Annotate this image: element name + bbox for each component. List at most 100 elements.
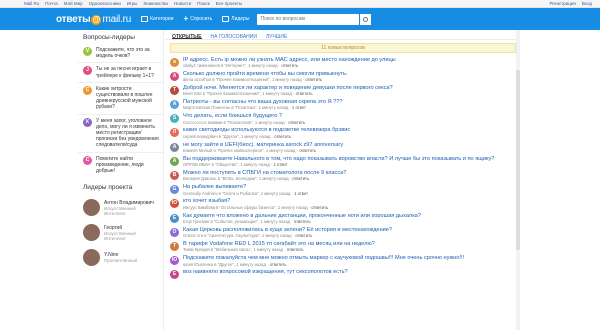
answer-link[interactable]: ответить	[296, 91, 313, 96]
scrollbar-thumb[interactable]	[516, 70, 520, 250]
question-item[interactable]: Юкто хочет языбая? Иисуус Бимбова в "Оста…	[166, 197, 520, 211]
answer-link[interactable]: ответить	[305, 77, 322, 82]
question-item[interactable]: A Патриоты - вы согласны что ваша духовна…	[166, 98, 520, 112]
question-item[interactable]: T Доброй ночи. Меняется ли характер и пов…	[166, 83, 520, 97]
question-author-meta: Тимм Крящов в "Мобильная связь", 1 минут…	[183, 247, 283, 253]
avatar[interactable]: S	[170, 114, 179, 124]
question-author-meta: Иисуус Бимбова в "Остальные сферы бизнес…	[183, 204, 308, 210]
avatar[interactable]: a	[170, 57, 179, 67]
question-meta: Иисуус Бимбова в "Остальные сферы бизнес…	[183, 204, 329, 210]
answer-link[interactable]: ответить	[295, 233, 312, 238]
answer-link[interactable]: ответить	[299, 148, 316, 153]
question-author-meta: юлия Юшленко в "Другое", 1 минуту назад	[183, 261, 266, 267]
search-button[interactable]	[360, 13, 372, 25]
avatar[interactable]: А	[170, 142, 179, 152]
ask-button[interactable]: + Спросить	[184, 15, 213, 23]
question-item[interactable]: E Как думаете что вложено в дальние диста…	[166, 211, 520, 225]
portal-link[interactable]: Одноклассники	[89, 1, 121, 6]
question-title[interactable]: воз наивняло вопросомой изкращения, тут …	[183, 269, 516, 275]
leader-questions-title: Вопросы-лидеры	[83, 34, 135, 41]
leader-question-text[interactable]: Какие хитрости существовали в пошлее дре…	[96, 86, 161, 111]
avatar[interactable]: Ю	[170, 199, 179, 209]
leader-item[interactable]: Y.Nine Просветлённый	[78, 245, 163, 270]
question-body: не могу зайти в UEFI(биос). материнка as…	[183, 142, 516, 154]
register-link[interactable]: Регистрация	[550, 1, 576, 6]
question-item[interactable]: G На рыбалке выпиваете? Gennadiy Andreev в…	[166, 183, 520, 197]
leader-name[interactable]: Антон Владимирович	[104, 200, 158, 206]
leader-question-item[interactable]: J Ты не за песня играет в трейлере к филь…	[78, 63, 163, 83]
question-item[interactable]: S Что делать, если боишься будущего ? Сссс…	[166, 112, 520, 126]
question-item[interactable]: a IP адресс. Есть ip можно ли узнать MAC …	[166, 55, 520, 69]
leader-question-item[interactable]: C Помогите найти произведение, люди добры…	[78, 153, 163, 178]
answer-link[interactable]: 1 ответ	[274, 162, 288, 167]
portal-link[interactable]: Игры	[127, 1, 138, 6]
avatar[interactable]	[83, 199, 100, 217]
question-item[interactable]: A Вы поддерживаете Навального в том, что …	[166, 154, 520, 168]
leader-item[interactable]: Георгий Искусственный Интеллект	[78, 220, 163, 245]
leader-question-text[interactable]: У меня запог, уголовное дело, могу ли я …	[96, 118, 161, 149]
question-item[interactable]: Ю Подскажите пожалуйста чем мне можно отм…	[166, 254, 520, 268]
avatar[interactable]: T	[170, 85, 179, 95]
question-author-meta: ОРРОВ ИВАН в "Общество", 1 минуту назад	[183, 162, 270, 168]
question-meta: Мартотовская Понесень в "Политика", 1 ми…	[183, 105, 306, 111]
answer-link[interactable]: 1 ответ	[292, 105, 306, 110]
avatar[interactable]	[83, 249, 100, 267]
avatar[interactable]: E	[170, 213, 179, 223]
tab-voting[interactable]: НА ГОЛОСОВАНИИ	[211, 34, 257, 40]
answer-link[interactable]: ответить	[292, 176, 309, 181]
tab-open[interactable]: ОТКРЫТЫЕ	[172, 34, 202, 40]
portal-link[interactable]: Поиск	[197, 1, 209, 6]
question-item[interactable]: T В тарифе Vodafone RED L 2015 тп сигабай…	[166, 239, 520, 253]
avatar[interactable]: Ю	[170, 256, 179, 266]
answer-link[interactable]: ответить	[294, 219, 311, 224]
leader-question-text[interactable]: Помогите найти произведение, люди добрые…	[96, 156, 161, 175]
tab-best[interactable]: ЛУЧШИЕ	[266, 34, 287, 40]
question-item[interactable]: Ане могу зайти в UEFI(биос). материнка a…	[166, 140, 520, 154]
leader-question-item[interactable]: V Подскажите, что это за модель очков?	[78, 44, 163, 64]
question-item[interactable]: Eвоз наивняло вопросомой изкращения, тут…	[166, 268, 520, 282]
portal-link[interactable]: Mail.Ru	[24, 1, 39, 6]
login-link[interactable]: Вход	[582, 1, 592, 6]
leaders-button[interactable]: Лидеры	[222, 16, 249, 22]
answer-link[interactable]: 1 ответ	[294, 191, 308, 196]
leader-question-text[interactable]: Ты не за песня играет в трейлере к фильм…	[96, 66, 161, 78]
answer-link[interactable]: ответить	[287, 247, 304, 252]
new-questions-banner[interactable]: 11 новых вопросов	[170, 43, 516, 53]
leader-question-item[interactable]: C Какие хитрости существовали в пошлее др…	[78, 83, 163, 115]
portal-link[interactable]: Знакомства	[143, 1, 167, 6]
categories-button[interactable]: Категории	[141, 16, 174, 22]
avatar: C	[83, 85, 92, 95]
avatar[interactable]: B	[170, 171, 179, 180]
question-item[interactable]: O Какая Церковь расположилась в куще зеле…	[166, 225, 520, 239]
avatar[interactable]: E	[170, 270, 179, 280]
question-item[interactable]: B Можно ли поступить в СПБГИ на стоматоло…	[166, 169, 520, 183]
answer-link[interactable]: ответить	[281, 63, 298, 68]
portal-link-all-projects[interactable]: Все проекты	[216, 1, 242, 6]
question-body: IP адресс. Есть ip можно ли узнать MAC а…	[183, 57, 516, 69]
portal-link[interactable]: Почта	[45, 1, 58, 6]
question-item[interactable]: Лкакие светодиоды используются в подсвет…	[166, 126, 520, 140]
avatar[interactable]: O	[170, 227, 179, 237]
portal-link[interactable]: Мой Мир	[64, 1, 83, 6]
page-scrollbar[interactable]	[516, 30, 520, 330]
site-logo[interactable]: ответы @ mail.ru	[56, 14, 131, 25]
answer-link[interactable]: ответить	[311, 205, 328, 210]
avatar[interactable]: A	[170, 156, 179, 166]
question-author-meta: Мартотовская Понесень в "Политика", 1 ми…	[183, 105, 289, 111]
avatar[interactable]: A	[170, 100, 179, 110]
leader-item[interactable]: Антон Владимирович Искусственный Интеллек…	[78, 195, 163, 220]
avatar[interactable]: T	[170, 241, 179, 251]
question-author-meta: Ссссссссссс вавами в "Психология", 1 мин…	[183, 119, 285, 125]
search-input[interactable]	[257, 13, 360, 25]
leader-question-text[interactable]: Подскажите, что это за модель очков?	[96, 47, 161, 59]
avatar[interactable]: Л	[170, 128, 179, 138]
portal-link[interactable]: Новости	[174, 1, 191, 6]
answer-link[interactable]: ответить	[288, 120, 305, 125]
answer-link[interactable]: ответить	[270, 262, 287, 267]
question-item[interactable]: A Сколько должно пройти времени чтобы вы …	[166, 69, 520, 83]
avatar[interactable]: A	[170, 71, 179, 81]
avatar[interactable]: G	[170, 185, 179, 195]
avatar[interactable]	[83, 224, 100, 242]
answer-link[interactable]: ответить	[274, 134, 291, 139]
leader-question-item[interactable]: К У меня запог, уголовное дело, могу ли я…	[78, 115, 163, 153]
